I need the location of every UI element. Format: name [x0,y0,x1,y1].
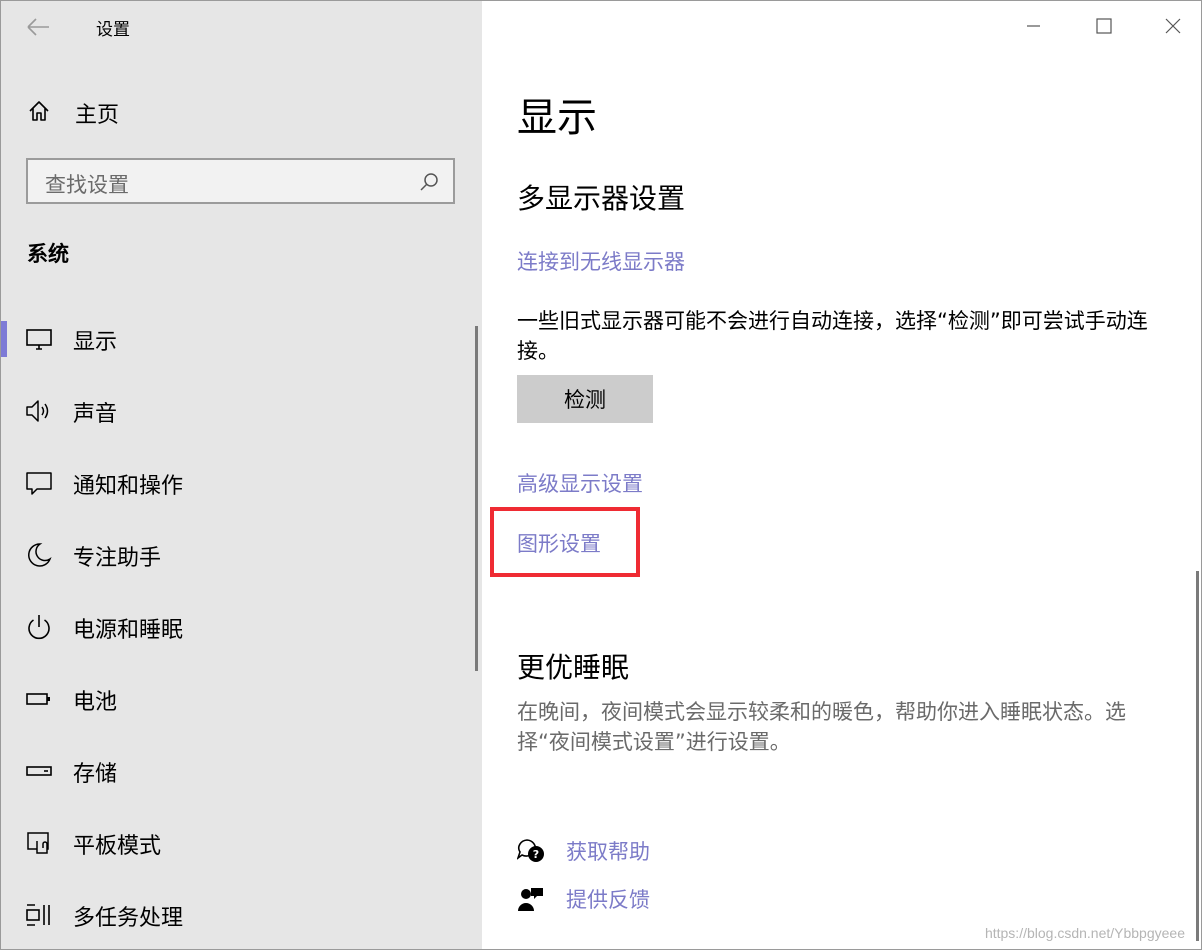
home-label: 主页 [75,103,120,128]
speaker-icon [26,400,49,422]
sidebar-item-label: 存储 [73,762,118,787]
sidebar-item-focus-assist[interactable]: 专注助手 [1,519,471,591]
window-controls [991,1,1201,51]
sidebar-item-label: 电池 [73,690,118,715]
back-button[interactable] [23,13,53,41]
sidebar-item-label: 多任务处理 [73,906,184,931]
get-help-label: 获取帮助 [566,840,650,864]
sidebar-item-home[interactable]: 主页 [1,87,482,135]
sidebar-item-tablet-mode[interactable]: 平板模式 [1,807,471,879]
title-bar: 设置 [1,1,482,51]
multi-display-heading: 多显示器设置 [517,182,686,215]
sidebar-item-label: 专注助手 [73,546,162,571]
maximize-button[interactable] [1083,11,1123,41]
main-scrollbar[interactable] [1196,571,1199,941]
message-icon [26,472,52,495]
sidebar-scrollbar[interactable] [475,326,478,671]
page-title: 显示 [517,95,597,141]
power-icon [28,615,50,640]
main-content: 显示 多显示器设置 连接到无线显示器 一些旧式显示器可能不会进行自动连接，选择“… [482,1,1201,949]
sleep-description: 在晚间，夜间模式会显示较柔和的暖色，帮助你进入睡眠状态。选择“夜间模式设置”进行… [517,700,1126,754]
multi-display-description: 一些旧式显示器可能不会进行自动连接，选择“检测”即可尝试手动连接。 [517,309,1148,363]
minimize-icon [1027,25,1040,27]
sidebar-item-sound[interactable]: 声音 [1,375,471,447]
multitask-icon [26,904,50,926]
battery-icon [26,693,50,705]
search-input[interactable]: 查找设置 [26,158,455,204]
svg-text:?: ? [533,848,539,861]
sidebar-item-storage[interactable]: 存储 [1,735,471,807]
feedback-icon [518,888,543,911]
sidebar-item-display[interactable]: 显示 [1,303,471,375]
active-indicator [1,321,7,357]
sidebar-item-multitasking[interactable]: 多任务处理 [1,879,471,949]
close-button[interactable] [1153,11,1193,41]
sidebar-item-label: 电源和睡眠 [73,618,184,643]
search-icon[interactable] [419,172,439,192]
tablet-mode-icon [27,832,49,854]
graphics-settings-link[interactable]: 图形设置 [517,528,601,558]
search-placeholder: 查找设置 [45,173,129,197]
help-chat-icon: ? [517,839,544,862]
sidebar-item-power-sleep[interactable]: 电源和睡眠 [1,591,471,663]
home-icon [29,101,49,121]
feedback-label: 提供反馈 [566,888,650,912]
maximize-icon [1096,18,1112,34]
watermark: https://blog.csdn.net/Ybbpgyeee [984,925,1185,941]
sidebar-item-label: 显示 [73,330,118,355]
back-arrow-icon [27,18,49,36]
sidebar-item-notifications[interactable]: 通知和操作 [1,447,471,519]
section-title: 系统 [27,242,69,266]
monitor-icon [26,329,52,350]
detect-button[interactable]: 检测 [517,375,653,423]
better-sleep-heading: 更优睡眠 [517,651,630,684]
storage-icon [26,766,52,776]
sidebar-item-label: 平板模式 [73,834,162,859]
minimize-button[interactable] [1013,11,1053,41]
sidebar-item-label: 通知和操作 [73,474,184,499]
sidebar: 设置 主页 查找设置 系统 显示 声音 通知和操作 专注助手 电源和睡眠 电池 … [1,1,482,949]
app-title: 设置 [96,20,130,40]
close-icon [1165,18,1181,34]
settings-window: 设置 主页 查找设置 系统 显示 声音 通知和操作 专注助手 电源和睡眠 电池 … [0,0,1202,950]
sidebar-item-label: 声音 [73,402,118,427]
sidebar-item-battery[interactable]: 电池 [1,663,471,735]
moon-icon [28,543,52,567]
connect-wireless-display-link[interactable]: 连接到无线显示器 [517,246,685,276]
advanced-display-settings-link[interactable]: 高级显示设置 [517,468,643,498]
